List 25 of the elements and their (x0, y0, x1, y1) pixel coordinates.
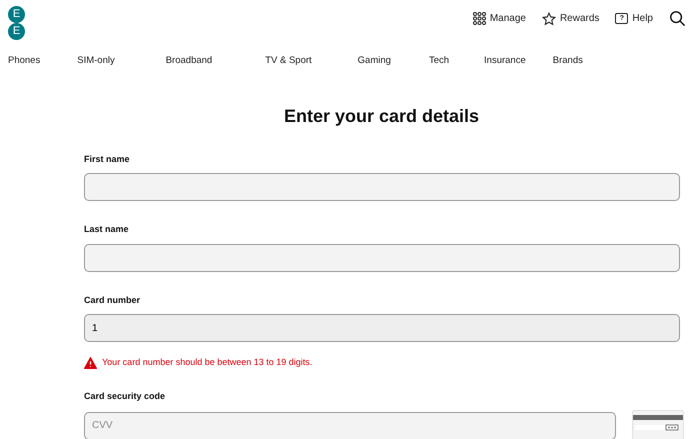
nav-link[interactable]: Phones (8, 54, 40, 74)
field-label: First name (84, 152, 131, 166)
nav-link[interactable]: Gaming (358, 54, 391, 74)
field-label: Card security code (84, 390, 166, 403)
input-field[interactable]: CVV (84, 412, 616, 439)
field-label: Card number (84, 294, 142, 307)
page-title: Enter your card details (282, 106, 480, 128)
input-field[interactable] (84, 173, 680, 202)
header-link[interactable]: Rewards (542, 11, 600, 26)
nav-link[interactable]: SIM-only (77, 54, 115, 74)
warning-icon (84, 356, 97, 369)
nav-link[interactable]: Brands (552, 54, 583, 74)
field-label: Last name (84, 223, 130, 236)
star-icon (542, 12, 556, 26)
input-field[interactable] (84, 244, 680, 272)
input-field[interactable]: 1 (84, 314, 680, 342)
error-message: Your card number should be between 13 to 19 digits. (102, 356, 312, 370)
logo[interactable]: E E (8, 6, 25, 48)
nav-link[interactable]: Broadband (166, 54, 212, 74)
nav-link[interactable]: Insurance (484, 54, 526, 74)
grid-icon (472, 12, 486, 25)
nav-link[interactable]: Tech (428, 54, 450, 74)
nav-link[interactable]: TV & Sport (265, 54, 312, 74)
search-icon[interactable] (669, 10, 686, 27)
header-link[interactable]: Manage (472, 11, 526, 26)
